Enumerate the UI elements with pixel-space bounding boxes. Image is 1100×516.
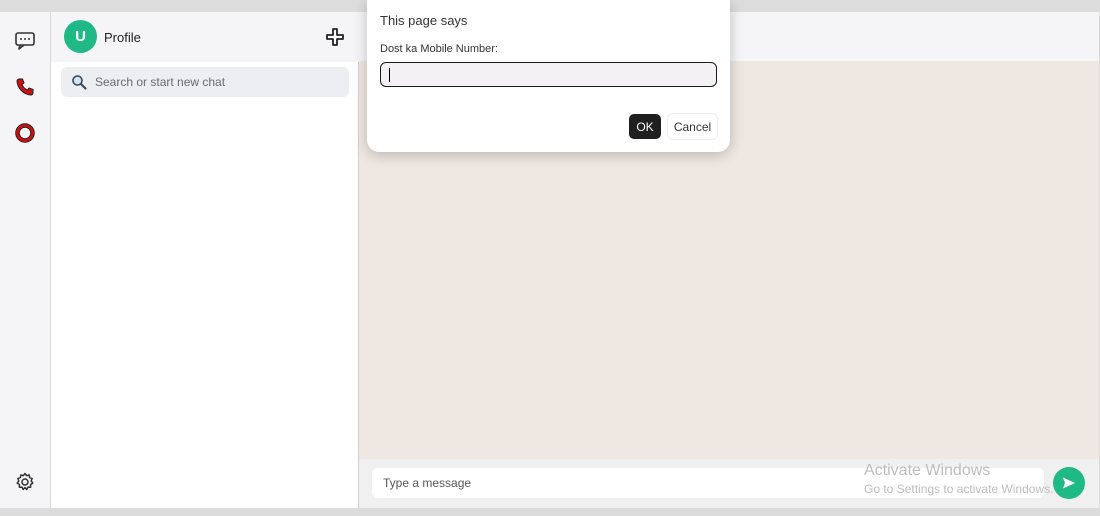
calls-nav-button[interactable] — [12, 74, 38, 100]
cancel-button[interactable]: Cancel — [668, 114, 717, 139]
sidebar-header: U Profile — [51, 12, 359, 62]
avatar[interactable]: U — [64, 20, 97, 53]
chat-icon — [15, 32, 35, 50]
dialog-title: This page says — [380, 13, 468, 28]
dialog-prompt-label: Dost ka Mobile Number: — [380, 43, 498, 55]
phone-icon — [16, 78, 34, 96]
prompt-dialog: This page says Dost ka Mobile Number: OK… — [367, 0, 730, 152]
mobile-number-input[interactable] — [380, 62, 717, 87]
profile-label[interactable]: Profile — [104, 30, 141, 45]
new-chat-button[interactable] — [325, 27, 345, 47]
message-input[interactable] — [372, 468, 1044, 498]
send-arrow-icon — [1063, 477, 1075, 489]
chat-list-panel: U Profile — [51, 12, 359, 508]
chats-nav-button[interactable] — [12, 28, 38, 54]
message-composer — [359, 459, 1099, 508]
search-box — [61, 67, 349, 97]
status-nav-button[interactable] — [12, 120, 38, 146]
search-icon — [72, 75, 87, 90]
status-ring-icon — [15, 123, 35, 143]
plus-icon — [326, 28, 344, 46]
taskbar-edge — [0, 508, 1100, 516]
gear-icon — [16, 472, 34, 491]
search-input[interactable] — [95, 67, 345, 97]
settings-nav-button[interactable] — [12, 469, 38, 495]
ok-button[interactable]: OK — [629, 114, 661, 139]
send-button[interactable] — [1053, 467, 1085, 499]
nav-rail — [0, 12, 51, 508]
text-caret — [389, 68, 390, 82]
